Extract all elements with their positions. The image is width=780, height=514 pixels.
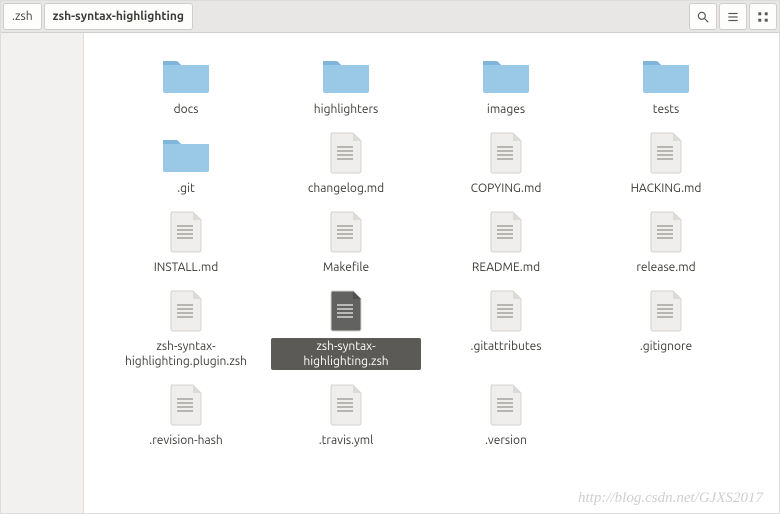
file-icon xyxy=(160,288,212,334)
item-label: zsh-syntax-highlighting.plugin.zsh xyxy=(111,338,261,370)
file-icon xyxy=(320,382,372,428)
item-label: .gitignore xyxy=(637,338,695,355)
file-icon xyxy=(320,209,372,255)
file-item[interactable]: Makefile xyxy=(266,205,426,278)
toolbar: .zsh zsh-syntax-highlighting xyxy=(1,1,779,33)
search-button[interactable] xyxy=(689,3,717,30)
file-icon xyxy=(480,130,532,176)
item-label: .git xyxy=(174,180,197,197)
file-icon xyxy=(480,209,532,255)
sidebar xyxy=(1,33,83,513)
file-icon xyxy=(480,382,532,428)
file-item[interactable]: COPYING.md xyxy=(426,126,586,199)
item-label: .travis.yml xyxy=(316,432,377,449)
item-label: changelog.md xyxy=(305,180,387,197)
list-view-icon xyxy=(726,10,740,24)
file-item[interactable]: .revision-hash xyxy=(106,378,266,451)
list-view-button[interactable] xyxy=(719,3,747,30)
file-item[interactable]: .version xyxy=(426,378,586,451)
folder-icon xyxy=(160,51,212,97)
file-item[interactable]: .gitignore xyxy=(586,284,746,372)
item-label: COPYING.md xyxy=(468,180,545,197)
item-label: .revision-hash xyxy=(146,432,225,449)
file-item[interactable]: INSTALL.md xyxy=(106,205,266,278)
item-label: README.md xyxy=(469,259,543,276)
item-label: images xyxy=(484,101,528,118)
folder-item[interactable]: tests xyxy=(586,47,746,120)
item-label: highlighters xyxy=(311,101,381,118)
file-item[interactable]: .travis.yml xyxy=(266,378,426,451)
toolbar-spacer xyxy=(195,3,687,30)
folder-icon xyxy=(640,51,692,97)
file-item[interactable]: zsh-syntax-highlighting.plugin.zsh xyxy=(106,284,266,372)
breadcrumb-label: .zsh xyxy=(12,10,33,23)
folder-icon xyxy=(480,51,532,97)
item-label: .version xyxy=(482,432,530,449)
file-icon xyxy=(640,130,692,176)
file-item[interactable]: README.md xyxy=(426,205,586,278)
item-label: INSTALL.md xyxy=(151,259,222,276)
folder-item[interactable]: docs xyxy=(106,47,266,120)
item-label: tests xyxy=(650,101,682,118)
breadcrumb-label: zsh-syntax-highlighting xyxy=(53,10,184,23)
watermark: http://blog.csdn.net/GJXS2017 xyxy=(578,490,763,507)
folder-item[interactable]: images xyxy=(426,47,586,120)
file-item[interactable]: .gitattributes xyxy=(426,284,586,372)
item-label: Makefile xyxy=(320,259,372,276)
file-icon xyxy=(160,382,212,428)
file-icon xyxy=(640,288,692,334)
file-icon xyxy=(640,209,692,255)
file-item[interactable]: changelog.md xyxy=(266,126,426,199)
file-item[interactable]: zsh-syntax-highlighting.zsh xyxy=(266,284,426,372)
item-label: HACKING.md xyxy=(628,180,705,197)
folder-icon xyxy=(160,130,212,176)
item-label: .gitattributes xyxy=(468,338,545,355)
file-icon xyxy=(480,288,532,334)
icon-view-icon xyxy=(756,10,770,24)
file-item[interactable]: release.md xyxy=(586,205,746,278)
file-icon xyxy=(160,209,212,255)
file-icon xyxy=(320,130,372,176)
item-label: release.md xyxy=(633,259,698,276)
folder-item[interactable]: .git xyxy=(106,126,266,199)
file-grid-area: docs highlighters images tests .git chan… xyxy=(83,33,779,513)
search-icon xyxy=(696,10,710,24)
icon-view-button[interactable] xyxy=(749,3,777,30)
breadcrumb-parent[interactable]: .zsh xyxy=(3,3,42,30)
file-grid: docs highlighters images tests .git chan… xyxy=(84,33,779,459)
folder-icon xyxy=(320,51,372,97)
file-icon xyxy=(320,288,372,334)
file-item[interactable]: HACKING.md xyxy=(586,126,746,199)
breadcrumb-current[interactable]: zsh-syntax-highlighting xyxy=(44,3,193,30)
folder-item[interactable]: highlighters xyxy=(266,47,426,120)
item-label: zsh-syntax-highlighting.zsh xyxy=(271,338,421,370)
item-label: docs xyxy=(171,101,202,118)
